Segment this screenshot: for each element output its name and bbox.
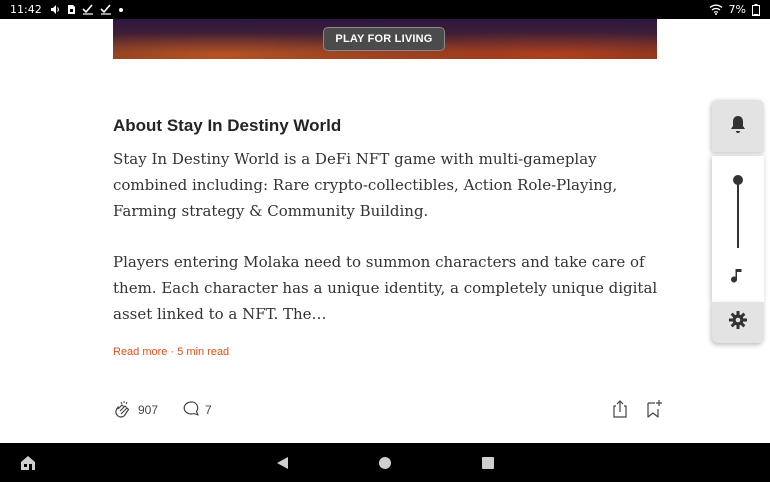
article-paragraph-2: Players entering Molaka need to summon c… bbox=[113, 253, 658, 323]
recent-apps-icon[interactable] bbox=[482, 457, 494, 469]
gear-icon bbox=[728, 310, 748, 335]
read-time: 5 min read bbox=[177, 346, 230, 358]
comment-count: 7 bbox=[205, 403, 212, 417]
check-icon bbox=[100, 4, 112, 15]
hero-banner-image[interactable]: PLAY FOR LIVING bbox=[113, 19, 657, 59]
volume-slider-track[interactable] bbox=[737, 180, 739, 248]
status-bar: 11:42 7% bbox=[0, 0, 770, 19]
share-icon[interactable] bbox=[611, 399, 629, 424]
reactions-bar: 907 7 bbox=[113, 399, 236, 421]
bookmark-add-icon[interactable] bbox=[645, 399, 663, 424]
article-actions bbox=[611, 399, 663, 424]
volume-panel bbox=[712, 156, 764, 302]
meta-separator: · bbox=[167, 346, 178, 358]
battery-level: 7% bbox=[728, 3, 746, 16]
comment-button[interactable]: 7 bbox=[182, 400, 212, 421]
system-navigation-bar bbox=[0, 443, 770, 482]
check-icon bbox=[82, 4, 94, 15]
article-title[interactable]: About Stay In Destiny World bbox=[113, 116, 341, 136]
battery-icon bbox=[752, 3, 760, 16]
read-more-link[interactable]: Read more bbox=[113, 346, 167, 358]
bell-icon bbox=[729, 114, 747, 139]
sim-card-icon bbox=[67, 4, 76, 15]
launcher-home-icon[interactable] bbox=[19, 454, 37, 477]
home-button-icon[interactable] bbox=[379, 457, 391, 469]
clap-button[interactable]: 907 bbox=[113, 399, 158, 422]
wifi-icon bbox=[709, 4, 723, 15]
comment-icon bbox=[182, 400, 200, 421]
settings-button[interactable] bbox=[712, 302, 764, 343]
article-meta: Read more · 5 min read bbox=[113, 346, 229, 358]
article-paragraph-1: Stay In Destiny World is a DeFi NFT game… bbox=[113, 150, 618, 220]
play-for-living-button[interactable]: PLAY FOR LIVING bbox=[323, 27, 445, 51]
dot-icon bbox=[118, 7, 124, 13]
floating-side-panel bbox=[712, 100, 764, 343]
status-time: 11:42 bbox=[10, 3, 42, 16]
music-note-icon[interactable] bbox=[729, 266, 747, 291]
clap-icon bbox=[113, 399, 133, 422]
notification-button[interactable] bbox=[712, 100, 764, 152]
back-icon[interactable] bbox=[276, 456, 289, 475]
media-volume-icon bbox=[50, 4, 61, 15]
volume-slider-handle[interactable] bbox=[733, 175, 743, 185]
clap-count: 907 bbox=[138, 403, 159, 417]
